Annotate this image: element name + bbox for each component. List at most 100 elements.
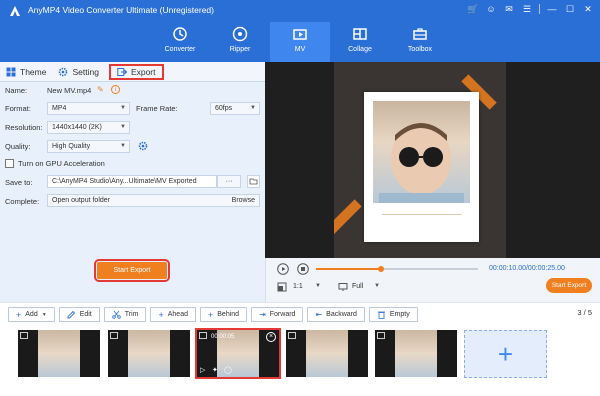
tab-theme[interactable]: Theme: [0, 64, 52, 80]
frame-rate-select[interactable]: 60fps ▼: [210, 102, 260, 115]
edit-label: Edit: [79, 311, 92, 318]
baby-illustration: [379, 123, 464, 203]
clip-thumbnail-selected[interactable]: 00:00:05 × ▷ ✦ ◯: [195, 328, 281, 379]
export-settings-panel: Theme Setting Export Name: New MV.mp4 ✎ …: [0, 62, 265, 302]
edit-button[interactable]: Edit: [58, 307, 100, 322]
chevron-down-icon[interactable]: ▼: [315, 283, 321, 289]
tab-label: Setting: [72, 66, 99, 77]
aspect-ratio-icon: [277, 282, 287, 292]
frame-rate-label: Frame Rate:: [136, 104, 178, 113]
behind-label: Behind: [217, 311, 240, 318]
empty-button[interactable]: Empty: [368, 307, 418, 322]
format-label: Format:: [5, 104, 31, 113]
name-row: Name:: [5, 86, 27, 95]
progress-handle[interactable]: [377, 266, 384, 272]
maximize-icon[interactable]: ☐: [564, 3, 576, 15]
start-export-button[interactable]: Start Export: [94, 259, 170, 282]
resolution-value: 1440x1440 (2K): [52, 124, 102, 131]
time-readout: 00:00:10.00/00:00:25.00: [489, 265, 565, 272]
chevron-down-icon: ▼: [250, 105, 256, 111]
menu-icon[interactable]: ☰: [521, 3, 533, 15]
stop-icon[interactable]: [297, 263, 309, 275]
tab-converter[interactable]: Converter: [150, 22, 210, 62]
format-value: MP4: [52, 105, 67, 112]
clip-image: [38, 330, 80, 377]
clip-thumbnail[interactable]: [108, 330, 190, 377]
mode-label[interactable]: Full: [352, 283, 363, 290]
clip-thumbnail[interactable]: [18, 330, 100, 377]
resolution-label: Resolution:: [5, 123, 43, 132]
clock-icon[interactable]: ◯: [224, 366, 232, 374]
forward-button[interactable]: ⇥ Forward: [251, 307, 304, 322]
preview-start-export-button[interactable]: Start Export: [546, 278, 592, 293]
tab-mv[interactable]: MV: [270, 22, 330, 62]
chat-icon[interactable]: ✉: [503, 3, 515, 15]
remove-clip-icon[interactable]: ×: [266, 332, 276, 342]
image-icon: [20, 332, 28, 339]
trim-label: Trim: [124, 311, 139, 318]
effects-icon[interactable]: ✦: [212, 366, 218, 374]
add-clip-button[interactable]: +: [464, 330, 547, 378]
main-nav: Converter Ripper MV Collage Toolbox: [150, 22, 450, 62]
gear-icon[interactable]: [138, 141, 148, 151]
progress-fill: [316, 268, 381, 270]
forward-icon: ⇥: [259, 310, 266, 319]
close-icon[interactable]: ✕: [582, 3, 594, 15]
complete-select[interactable]: Open output folder Browse: [47, 194, 260, 207]
clip-thumbnail[interactable]: [286, 330, 368, 377]
clip-thumbnail[interactable]: [375, 330, 457, 377]
tab-export[interactable]: Export: [108, 63, 164, 80]
backward-icon: ⇤: [315, 310, 323, 319]
time-text: 00:00:10.00/00:00:25.00: [489, 265, 565, 272]
tab-label: Theme: [20, 66, 47, 77]
tab-ripper[interactable]: Ripper: [210, 22, 270, 62]
path-more-button[interactable]: ···: [217, 175, 241, 188]
converter-icon: [173, 27, 187, 41]
monitor-icon: [338, 283, 348, 291]
add-label: Add: [25, 311, 38, 318]
complete-value: Open output folder: [52, 197, 110, 204]
image-icon: [288, 332, 296, 339]
trash-icon: [377, 311, 385, 319]
tab-toolbox[interactable]: Toolbox: [390, 22, 450, 62]
mv-tabs: Theme Setting Export: [0, 62, 265, 82]
trim-button[interactable]: Trim: [103, 307, 147, 322]
ahead-button[interactable]: + Ahead: [150, 307, 196, 322]
image-icon: [199, 332, 207, 339]
gpu-checkbox[interactable]: [5, 159, 14, 168]
complete-label: Complete:: [5, 197, 40, 206]
play-icon[interactable]: ▷: [200, 366, 205, 374]
resolution-select[interactable]: 1440x1440 (2K) ▼: [47, 121, 130, 134]
tab-label: Toolbox: [407, 46, 433, 53]
image-icon: [110, 332, 118, 339]
quality-label: Quality:: [5, 142, 31, 151]
clip-image: [128, 330, 170, 377]
edit-name-icon[interactable]: ✎: [97, 85, 104, 94]
backward-button[interactable]: ⇤ Backward: [307, 307, 365, 322]
progress-track[interactable]: [316, 266, 478, 272]
page-counter: 3 / 5: [577, 308, 592, 317]
info-icon[interactable]: i: [111, 85, 120, 94]
app-logo-icon: [10, 6, 20, 16]
add-button[interactable]: + Add ▼: [8, 307, 55, 322]
format-select[interactable]: MP4 ▼: [47, 102, 130, 115]
user-icon[interactable]: ☺: [485, 3, 497, 15]
divider: [539, 4, 540, 14]
edit-icon: [67, 310, 75, 319]
tab-collage[interactable]: Collage: [330, 22, 390, 62]
empty-label: Empty: [389, 311, 410, 318]
play-icon[interactable]: [277, 263, 289, 275]
behind-button[interactable]: + Behind: [200, 307, 248, 322]
chevron-down-icon: ▼: [120, 124, 126, 130]
minimize-icon[interactable]: —: [546, 3, 558, 15]
ahead-icon: +: [158, 309, 164, 320]
save-path-input[interactable]: C:\AnyMP4 Studio\Any...Ultimate\MV Expor…: [47, 175, 217, 188]
quality-select[interactable]: High Quality ▼: [47, 140, 130, 153]
ratio-label[interactable]: 1:1: [293, 283, 303, 290]
chevron-down-icon[interactable]: ▼: [374, 283, 380, 289]
tab-label: Export: [130, 66, 156, 77]
folder-icon[interactable]: [247, 175, 260, 188]
tab-setting[interactable]: Setting: [52, 64, 104, 80]
cart-icon[interactable]: 🛒: [467, 3, 479, 15]
save-path-value: C:\AnyMP4 Studio\Any...Ultimate\MV Expor…: [52, 178, 197, 185]
